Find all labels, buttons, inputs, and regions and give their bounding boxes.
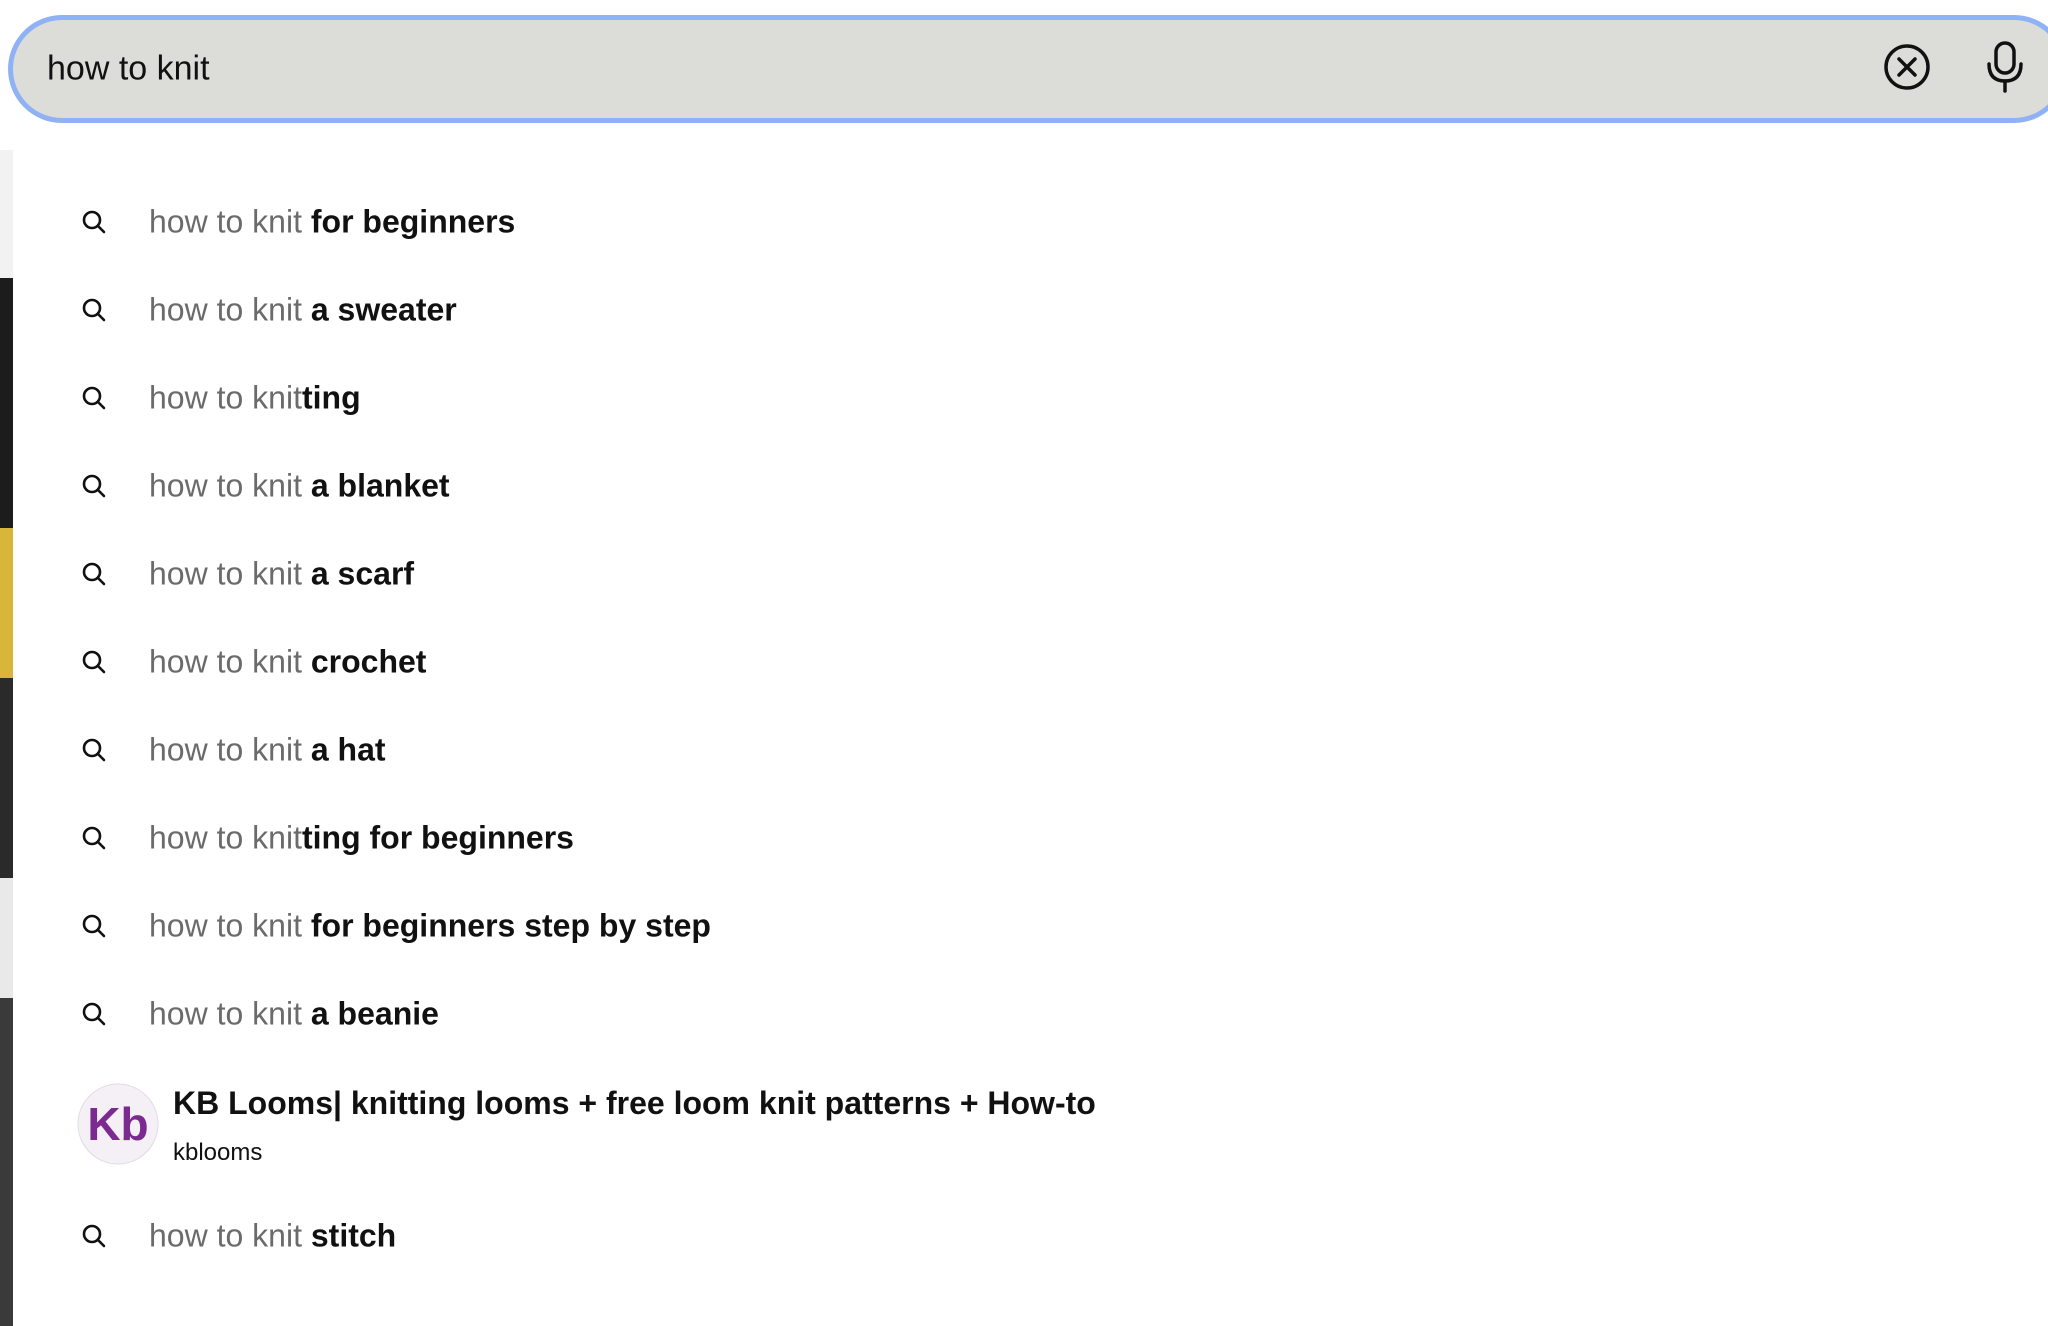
search-suggestions-dropdown: how to knit for beginners how to knit a … bbox=[13, 150, 2048, 1326]
voice-search-button[interactable] bbox=[1977, 39, 2033, 99]
suggestion-item[interactable]: how to knit for beginners bbox=[13, 178, 2048, 266]
suggestion-item[interactable]: how to knit stitch bbox=[13, 1192, 2048, 1280]
suggestion-item[interactable]: how to knit a blanket bbox=[13, 442, 2048, 530]
suggestion-item[interactable]: how to knit a hat bbox=[13, 706, 2048, 794]
search-icon bbox=[81, 473, 107, 499]
suggestion-completion: stitch bbox=[301, 1217, 397, 1254]
suggestion-text: how to knit for beginners bbox=[149, 204, 515, 241]
suggestion-text: how to knit a beanie bbox=[149, 996, 439, 1033]
x-circle-icon bbox=[1882, 42, 1932, 97]
search-icon bbox=[81, 385, 107, 411]
background-tile bbox=[0, 278, 13, 528]
suggestion-item[interactable]: how to knit a beanie bbox=[13, 970, 2048, 1058]
search-icon bbox=[81, 209, 107, 235]
search-icon bbox=[81, 649, 107, 675]
suggestion-typed-part: how to knit bbox=[149, 731, 302, 768]
search-icon bbox=[81, 297, 107, 323]
suggestion-completion: a blanket bbox=[301, 467, 450, 504]
suggestion-typed-part: how to knit bbox=[149, 467, 302, 504]
search-icon bbox=[81, 913, 107, 939]
suggestion-item[interactable]: how to knitting for beginners bbox=[13, 794, 2048, 882]
suggestion-text: how to knit crochet bbox=[149, 644, 426, 681]
suggestion-typed-part: how to knit bbox=[149, 995, 302, 1032]
suggestion-text: how to knitting for beginners bbox=[149, 820, 574, 857]
suggestion-typed-part: how to knit bbox=[149, 1217, 302, 1254]
suggestion-completion: a beanie bbox=[301, 995, 439, 1032]
background-tile bbox=[0, 150, 13, 278]
suggestion-completion: for beginners step by step bbox=[301, 907, 711, 944]
suggestion-text: how to knit a scarf bbox=[149, 556, 414, 593]
suggestion-completion: a hat bbox=[301, 731, 386, 768]
profile-username: kblooms bbox=[173, 1139, 263, 1166]
search-input[interactable] bbox=[47, 49, 1827, 89]
suggestion-completion: ting bbox=[301, 379, 361, 416]
background-tile bbox=[0, 998, 13, 1326]
background-tile bbox=[0, 678, 13, 878]
suggestion-completion: crochet bbox=[301, 643, 427, 680]
profile-suggestion[interactable]: Kb KB Looms| knitting looms + free loom … bbox=[13, 1065, 2048, 1185]
search-icon bbox=[81, 561, 107, 587]
suggestion-typed-part: how to knit bbox=[149, 819, 302, 856]
profile-title: KB Looms| knitting looms + free loom kni… bbox=[173, 1085, 1096, 1121]
background-tile bbox=[0, 528, 13, 678]
suggestion-text: how to knit a hat bbox=[149, 732, 386, 769]
search-icon bbox=[81, 1223, 107, 1249]
suggestion-typed-part: how to knit bbox=[149, 643, 302, 680]
suggestion-completion: a scarf bbox=[301, 555, 415, 592]
suggestion-text: how to knitting bbox=[149, 380, 361, 417]
suggestion-item[interactable]: how to knit crochet bbox=[13, 618, 2048, 706]
search-icon bbox=[81, 825, 107, 851]
suggestion-item[interactable]: how to knitting bbox=[13, 354, 2048, 442]
clear-search-button[interactable] bbox=[1879, 41, 1935, 97]
suggestion-text: how to knit a blanket bbox=[149, 468, 450, 505]
search-bar[interactable] bbox=[8, 15, 2048, 123]
background-page-edge bbox=[0, 150, 13, 1326]
suggestion-typed-part: how to knit bbox=[149, 555, 302, 592]
suggestion-item[interactable]: how to knit a sweater bbox=[13, 266, 2048, 354]
suggestion-completion: ting for beginners bbox=[301, 819, 574, 856]
search-icon bbox=[81, 737, 107, 763]
avatar: Kb bbox=[77, 1083, 159, 1165]
suggestion-completion: for beginners bbox=[301, 203, 516, 240]
suggestion-text: how to knit a sweater bbox=[149, 292, 457, 329]
suggestion-completion: a sweater bbox=[301, 291, 457, 328]
suggestion-text: how to knit for beginners step by step bbox=[149, 908, 711, 945]
search-icon bbox=[81, 1001, 107, 1027]
background-tile bbox=[0, 878, 13, 998]
suggestion-item[interactable]: how to knit for beginners step by step bbox=[13, 882, 2048, 970]
suggestion-typed-part: how to knit bbox=[149, 907, 302, 944]
suggestion-item[interactable]: how to knit a scarf bbox=[13, 530, 2048, 618]
microphone-icon bbox=[1983, 40, 2027, 99]
suggestion-typed-part: how to knit bbox=[149, 291, 302, 328]
suggestion-text: how to knit stitch bbox=[149, 1218, 396, 1255]
suggestion-typed-part: how to knit bbox=[149, 203, 302, 240]
avatar-logo-text: Kb bbox=[87, 1098, 148, 1150]
suggestion-typed-part: how to knit bbox=[149, 379, 302, 416]
